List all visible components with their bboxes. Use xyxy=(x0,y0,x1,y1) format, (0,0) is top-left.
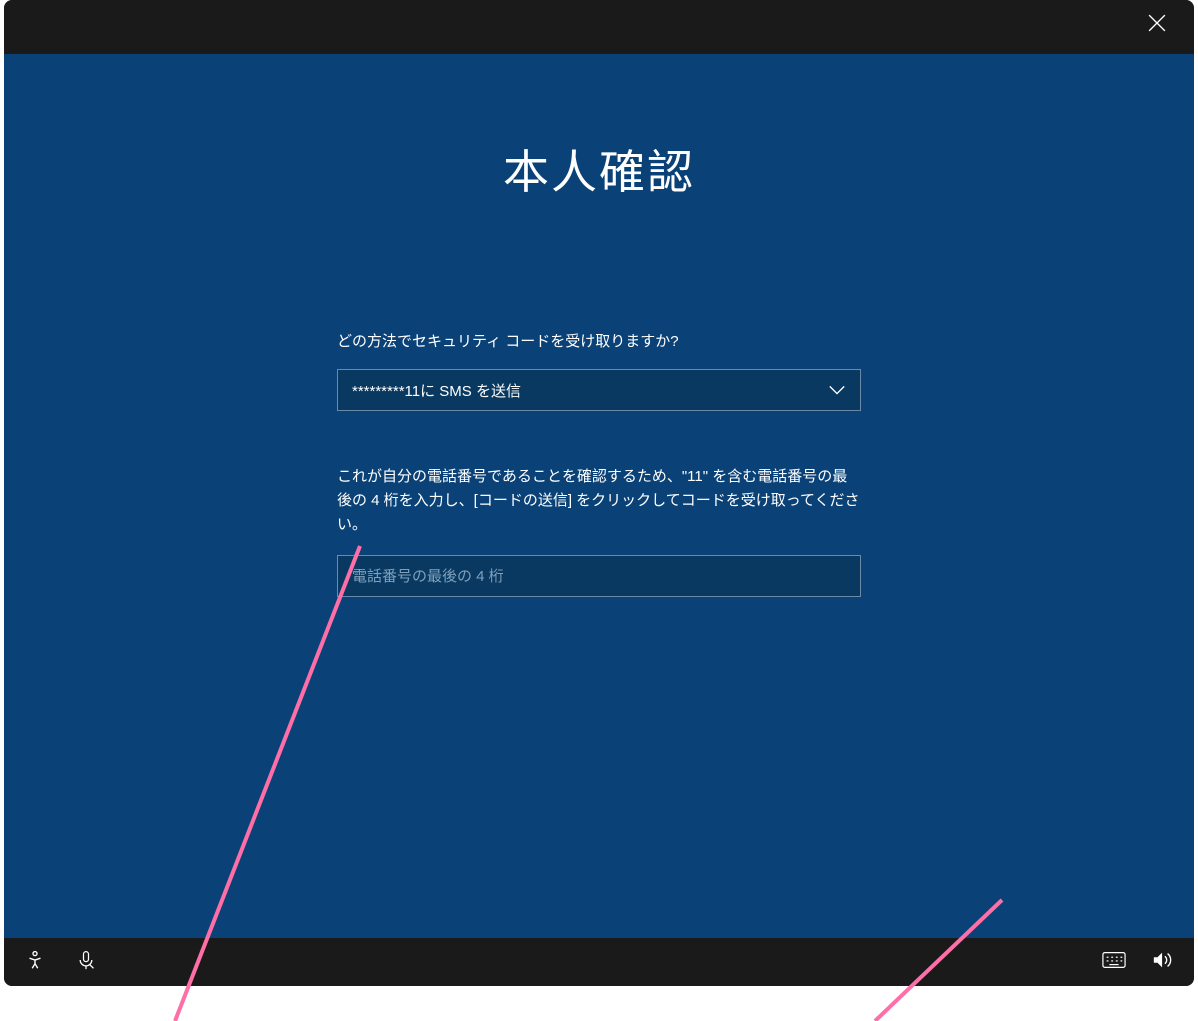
taskbar-right-group xyxy=(1102,950,1174,975)
method-question-label: どの方法でセキュリティ コードを受け取りますか? xyxy=(337,330,861,351)
mic-button[interactable] xyxy=(76,949,96,976)
content-area: 本人確認 どの方法でセキュリティ コードを受け取りますか? *********1… xyxy=(4,136,1194,986)
instruction-text: これが自分の電話番号であることを確認するため、"11" を含む電話番号の最後の … xyxy=(337,465,861,537)
taskbar-left-group xyxy=(24,949,96,976)
chevron-down-icon xyxy=(828,384,846,396)
titlebar xyxy=(4,0,1194,54)
close-button[interactable] xyxy=(1148,14,1166,37)
volume-button[interactable] xyxy=(1152,950,1174,975)
oobe-window: 本人確認 どの方法でセキュリティ コードを受け取りますか? *********1… xyxy=(4,0,1194,986)
form-area: どの方法でセキュリティ コードを受け取りますか? *********11に SM… xyxy=(337,330,861,597)
taskbar xyxy=(4,938,1194,986)
keyboard-icon xyxy=(1102,951,1126,974)
method-select[interactable]: *********11に SMS を送信 xyxy=(337,369,861,411)
volume-icon xyxy=(1152,950,1174,975)
keyboard-button[interactable] xyxy=(1102,951,1126,974)
method-select-value: *********11に SMS を送信 xyxy=(352,380,521,401)
ease-of-access-button[interactable] xyxy=(24,949,46,976)
page-title: 本人確認 xyxy=(44,136,1154,202)
phone-last4-input[interactable] xyxy=(337,555,861,597)
close-icon xyxy=(1148,14,1166,37)
accessibility-icon xyxy=(24,949,46,976)
microphone-icon xyxy=(76,949,96,976)
